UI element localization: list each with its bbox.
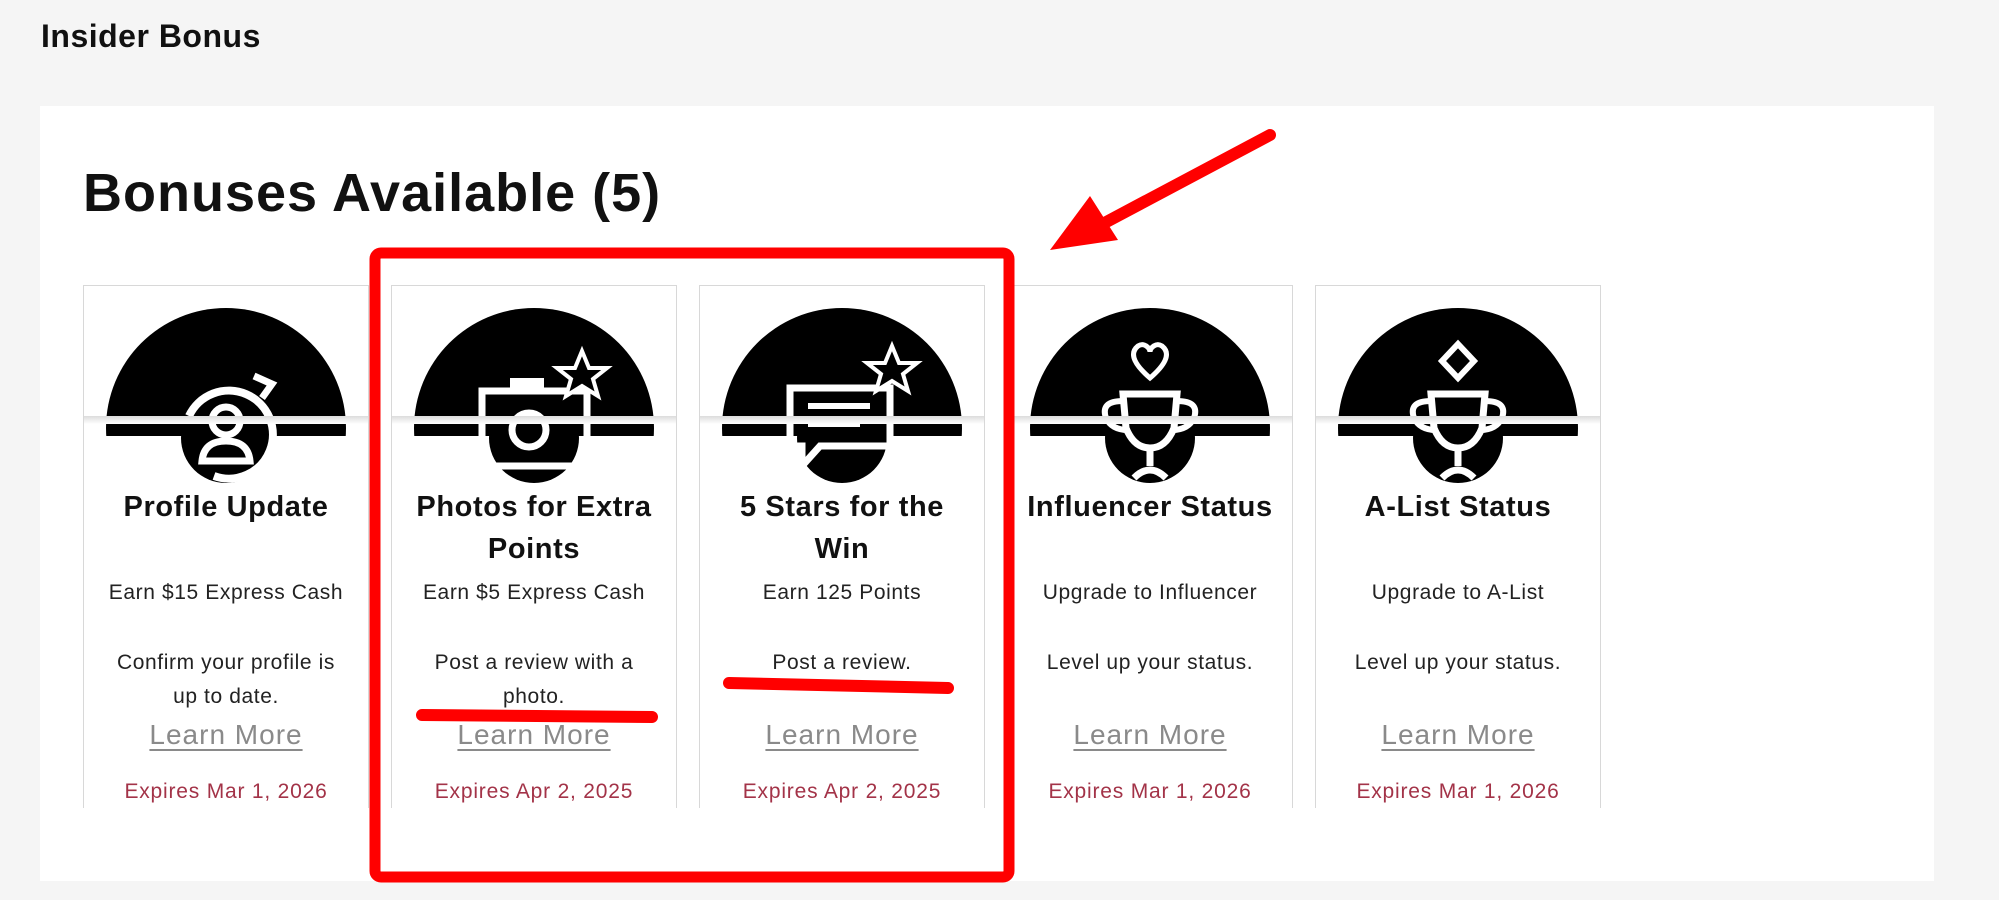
bonus-card-a-list[interactable]: A-List Status Upgrade to A-List Level up… (1315, 285, 1601, 808)
card-expiry: Expires Mar 1, 2026 (1048, 780, 1252, 803)
bonus-card-profile-update[interactable]: Profile Update Earn $15 Express Cash Con… (83, 285, 369, 808)
learn-more-link[interactable]: Learn More (392, 719, 676, 751)
section-title: Bonuses Available (5) (83, 163, 662, 223)
card-expiry: Expires Apr 2, 2025 (434, 780, 634, 803)
card-expiry: Expires Apr 2, 2025 (742, 780, 942, 803)
card-description: Confirm your profile is up to date. (116, 651, 336, 708)
card-description: Post a review. (772, 651, 912, 674)
bonus-card-five-stars[interactable]: 5 Stars for the Win Earn 125 Points Post… (699, 285, 985, 808)
card-expiry: Expires Mar 1, 2026 (1356, 780, 1560, 803)
bonus-card-influencer[interactable]: Influencer Status Upgrade to Influencer … (1007, 285, 1293, 808)
card-reward: Upgrade to A-List (1371, 581, 1545, 604)
card-title: Photos for Extra Points (416, 491, 652, 565)
card-reward: Earn $5 Express Cash (422, 581, 646, 604)
card-title: Profile Update (123, 491, 329, 523)
bonus-card-photos[interactable]: Photos for Extra Points Earn $5 Express … (391, 285, 677, 808)
card-description: Post a review with a photo. (434, 651, 634, 708)
card-title: 5 Stars for the Win (740, 491, 944, 565)
card-reward: Earn 125 Points (762, 581, 922, 604)
card-title: A-List Status (1364, 491, 1552, 523)
learn-more-link[interactable]: Learn More (700, 719, 984, 751)
page-title: Insider Bonus (41, 18, 261, 54)
card-description: Level up your status. (1354, 651, 1562, 674)
card-reward: Upgrade to Influencer (1042, 581, 1258, 604)
learn-more-link[interactable]: Learn More (1008, 719, 1292, 751)
card-description: Level up your status. (1046, 651, 1254, 674)
card-reward: Earn $15 Express Cash (108, 581, 344, 604)
learn-more-link[interactable]: Learn More (84, 719, 368, 751)
card-title: Influencer Status (1027, 491, 1273, 523)
learn-more-link[interactable]: Learn More (1316, 719, 1600, 751)
card-expiry: Expires Mar 1, 2026 (124, 780, 328, 803)
